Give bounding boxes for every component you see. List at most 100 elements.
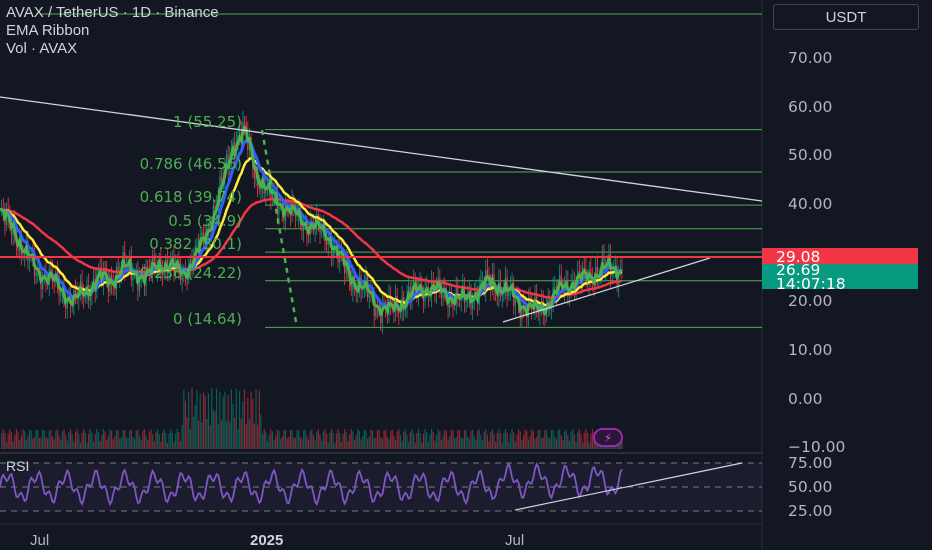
volume-bar [229,421,231,449]
volume-bar [526,431,528,449]
volume-bar [542,437,544,449]
volume-bar [199,393,201,449]
volume-bar [452,430,454,449]
volume-bar [560,435,562,449]
volume-bar [173,442,175,449]
volume-bar [426,432,428,449]
volume-bar [275,435,277,449]
volume-bar [196,389,198,449]
rsi-axis-label: 50.00 [788,478,833,496]
volume-bar [299,436,301,449]
volume-bar [170,429,172,449]
price-axis-label: 0.00 [788,389,823,408]
volume-bar [339,432,341,449]
volume-bar [50,429,52,449]
volume-bar [399,434,402,449]
volume-bar [278,430,280,449]
volume-bar [316,431,318,449]
volume-bar [485,429,487,449]
volume-bar [37,430,39,449]
volume-bar [280,439,282,449]
volume-bar [201,422,203,449]
volume-bar [403,431,405,449]
volume-label[interactable]: Vol · AVAX [6,40,219,58]
fib-label: 0.5 (34.9) [168,211,242,230]
volume-bar [83,429,85,449]
volume-bar [178,432,180,449]
volume-bar [342,433,344,449]
volume-bar [522,435,525,449]
volume-bar [504,429,507,449]
volume-bar [109,429,111,449]
chart-legend: AVAX / TetherUS · 1D · Binance EMA Ribbo… [6,4,219,58]
volume-bar [110,430,113,449]
volume-bar [388,439,390,449]
volume-bar [444,429,446,449]
volume-bar [552,429,554,449]
symbol-title[interactable]: AVAX / TetherUS · 1D · Binance [6,4,219,22]
volume-bar [266,440,269,449]
volume-bar [480,435,482,449]
price-axis-label: 40.00 [788,194,833,213]
volume-bar [393,435,395,449]
volume-bar [458,430,461,449]
volume-bar [232,404,234,449]
volume-bar [22,429,24,449]
volume-bar [25,439,27,449]
volume-bar [454,438,456,449]
volume-bar [367,438,369,449]
volume-bar [408,441,410,449]
volume-bar [1,433,3,449]
volume-bar [176,429,178,449]
ema-ribbon-label[interactable]: EMA Ribbon [6,22,219,40]
volume-bar [590,433,592,449]
volume-bar [270,429,272,449]
candle-body [554,287,556,289]
volume-bar [247,397,249,449]
volume-bar [35,429,37,449]
volume-bar [427,441,429,449]
volume-bar [449,436,451,449]
volume-bar [53,439,55,449]
volume-bar [404,429,406,449]
volume-bar [186,417,188,449]
volume-bar [376,430,379,449]
candle-body [22,254,24,256]
candle-body [265,190,267,194]
volume-bar [204,396,206,449]
volume-bar [281,436,283,449]
volume-bar [431,429,433,449]
volume-bar [417,429,420,449]
volume-bar [220,420,223,449]
volume-bar [137,429,139,449]
volume-bar [516,434,518,449]
volume-bar [46,438,49,449]
currency-button[interactable]: USDT [773,4,919,30]
volume-bar [74,432,77,449]
volume-bar [88,433,90,449]
volume-bar [28,429,31,449]
volume-bar [117,430,119,449]
volume-bar [48,430,50,449]
volume-bar [78,433,80,449]
volume-bar [150,429,152,449]
lightning-icon[interactable]: ⚡ [593,428,623,447]
candle-body [368,293,370,298]
volume-bar [234,417,236,449]
volume-bar [112,439,114,449]
candle-body [332,250,334,257]
volume-bar [437,429,439,449]
rsi-label[interactable]: RSI [6,458,29,474]
volume-bar [73,441,75,449]
volume-bar [65,434,67,449]
volume-bar [10,432,13,449]
volume-bar [521,440,523,449]
volume-bar [358,431,361,449]
volume-bar [222,396,224,449]
candle-body [375,306,377,317]
volume-bar [148,431,150,449]
volume-bar [509,433,512,449]
fib-label: 0.236 (24.22) [139,263,242,282]
volume-bar [573,434,576,449]
volume-bar [156,429,159,449]
